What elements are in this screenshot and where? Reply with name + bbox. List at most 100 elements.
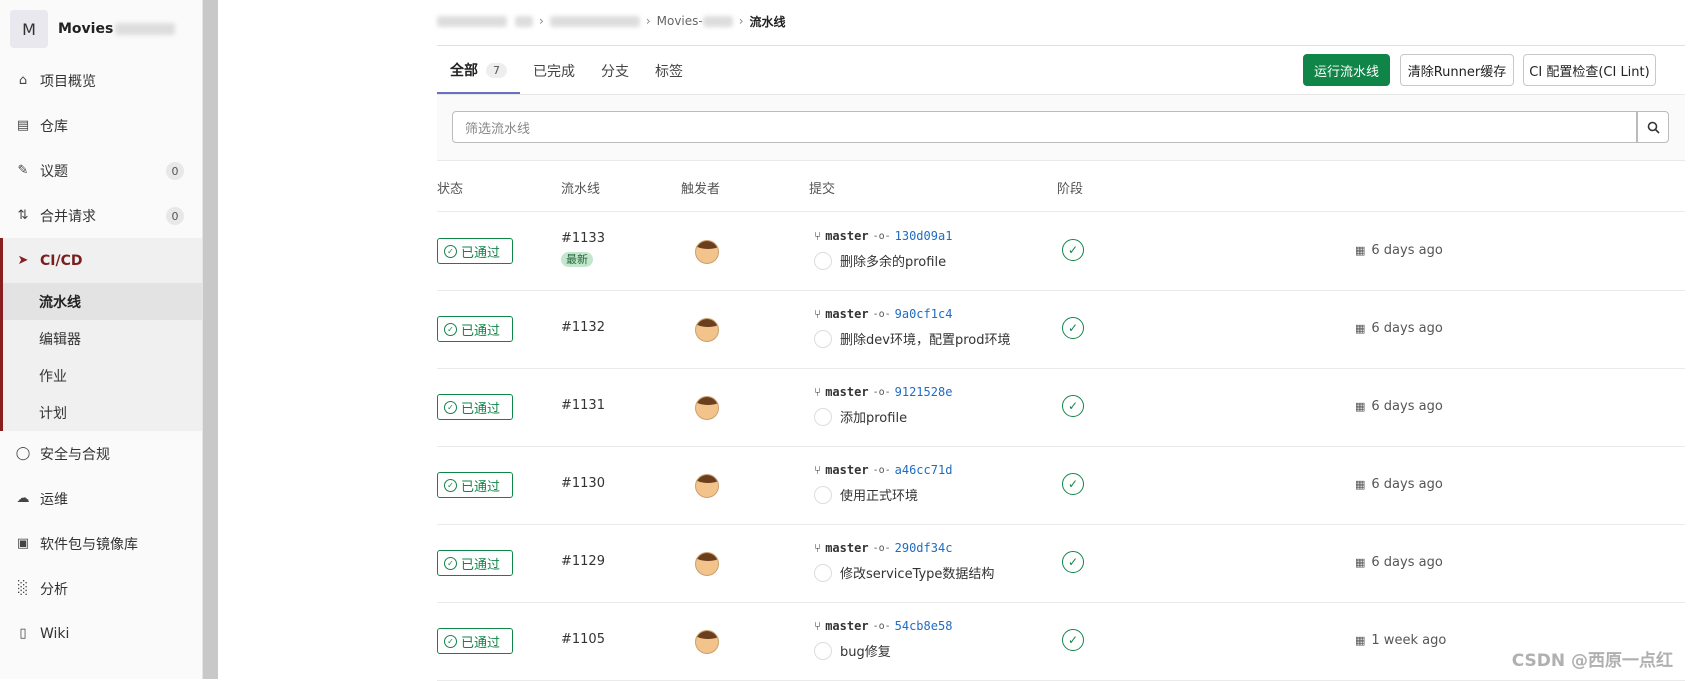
branch-icon: ⑂ (814, 385, 822, 399)
sidebar-item-issues[interactable]: ✎ 议题 0 (0, 148, 202, 193)
sidebar-subitem-editor[interactable]: 编辑器 (3, 320, 202, 357)
commit-message-link[interactable]: 删除dev环境，配置prod环境 (840, 329, 1010, 348)
sidebar-item-overview[interactable]: ⌂ 项目概览 (0, 58, 202, 103)
commit-ref: ⑂ master -o- 9a0cf1c4 (814, 307, 952, 321)
stage-passed-icon[interactable]: ✓ (1062, 239, 1084, 261)
calendar-icon: ▦ (1355, 478, 1366, 491)
pipeline-id-link[interactable]: #1130 (561, 476, 605, 491)
search-icon (1647, 121, 1660, 134)
merge-requests-count-badge: 0 (166, 207, 184, 225)
branch-link[interactable]: master (825, 619, 868, 633)
redacted-text (549, 15, 640, 27)
sidebar-item-merge-requests[interactable]: ⇅ 合并请求 0 (0, 193, 202, 238)
avatar[interactable] (695, 474, 719, 498)
status-badge-passed[interactable]: ✓ 已通过 (437, 316, 513, 342)
redacted-text (515, 15, 533, 27)
avatar[interactable] (695, 396, 719, 420)
status-badge-passed[interactable]: ✓ 已通过 (437, 550, 513, 576)
sidebar-item-operations[interactable]: ☁ 运维 (0, 476, 202, 521)
stage-passed-icon[interactable]: ✓ (1062, 395, 1084, 417)
commit-sha-link[interactable]: 290df34c (895, 541, 953, 555)
tab-tags[interactable]: 标签 (642, 48, 696, 94)
status-badge-passed[interactable]: ✓ 已通过 (437, 472, 513, 498)
header-stages: 阶段 (1057, 182, 1084, 197)
stage-passed-icon[interactable]: ✓ (1062, 317, 1084, 339)
commit-author-avatar (814, 563, 832, 582)
commit-sha-link[interactable]: 130d09a1 (895, 229, 953, 243)
tab-branches[interactable]: 分支 (588, 48, 642, 94)
sidebar-subitem-schedules[interactable]: 计划 (3, 394, 202, 431)
breadcrumb-project[interactable]: Movies- (657, 14, 703, 28)
sidebar-item-analytics[interactable]: ░ 分析 (0, 566, 202, 611)
stage-passed-icon[interactable]: ✓ (1062, 551, 1084, 573)
commit-message-link[interactable]: 添加profile (840, 407, 907, 426)
sidebar-item-wiki[interactable]: ▯ Wiki (0, 611, 202, 656)
check-circle-icon: ✓ (444, 634, 457, 648)
commit-message: 使用正式环境 (814, 485, 918, 504)
avatar[interactable] (695, 552, 719, 576)
calendar-icon: ▦ (1355, 322, 1366, 335)
commit-ref: ⑂ master -o- 9121528e (814, 385, 952, 399)
sidebar: M Movies ⌂ 项目概览 ▤ 仓库 ✎ 议题 0 ⇅ 合并请求 0 ➤ C… (0, 0, 203, 679)
project-header[interactable]: M Movies (0, 0, 202, 58)
commit-ref: ⑂ master -o-a46cc71d (814, 463, 952, 477)
clear-runner-cache-button[interactable]: 清除Runner缓存 (1400, 54, 1514, 86)
time-label: 1 week ago (1371, 633, 1447, 648)
commit-sha-link[interactable]: 9121528e (895, 385, 953, 399)
commit-message-link[interactable]: 修改serviceType数据结构 (840, 563, 994, 582)
run-pipeline-button[interactable]: 运行流水线 (1303, 54, 1390, 86)
pipeline-id-link[interactable]: #1131 (561, 398, 605, 413)
branch-link[interactable]: master (825, 541, 868, 555)
commit-message-link[interactable]: 使用正式环境 (840, 485, 918, 504)
finished-time: ▦ 6 days ago (1355, 321, 1685, 336)
sidebar-item-label: 分析 (40, 581, 68, 598)
branch-link[interactable]: master (825, 229, 868, 243)
cloud-icon: ☁ (16, 491, 30, 506)
commit-sha-link[interactable]: a46cc71d (895, 463, 953, 477)
redacted-text (437, 15, 507, 27)
finished-time: ▦ 6 days ago (1355, 555, 1685, 570)
pipeline-id-link[interactable]: #1133 (561, 231, 605, 246)
avatar[interactable] (695, 318, 719, 342)
sidebar-item-security[interactable]: ◯ 安全与合规 (0, 431, 202, 476)
pipeline-id-link[interactable]: #1129 (561, 554, 605, 569)
commit-message: 删除多余的profile (814, 251, 946, 270)
commit-sha-link[interactable]: 9a0cf1c4 (895, 307, 953, 321)
pipeline-id-link[interactable]: #1132 (561, 320, 605, 335)
sidebar-item-cicd[interactable]: ➤ CI/CD (3, 238, 202, 283)
branch-link[interactable]: master (825, 307, 868, 321)
status-badge-passed[interactable]: ✓ 已通过 (437, 238, 513, 264)
tab-finished[interactable]: 已完成 (520, 48, 588, 94)
search-button[interactable] (1637, 111, 1669, 143)
table-row: ✓ 已通过 #1105 ⑂ master -o- 54cb8e58 bug修复 ✓ ▦ 1 week… (437, 603, 1685, 681)
sidebar-item-label: 项目概览 (40, 73, 96, 90)
branch-link[interactable]: master (825, 463, 868, 477)
commit-message-link[interactable]: bug修复 (840, 641, 891, 660)
ci-lint-button[interactable]: CI 配置检查(CI Lint) (1523, 54, 1656, 86)
stage-passed-icon[interactable]: ✓ (1062, 629, 1084, 651)
sidebar-item-repository[interactable]: ▤ 仓库 (0, 103, 202, 148)
header-status: 状态 (437, 182, 464, 197)
branch-link[interactable]: master (825, 385, 868, 399)
sidebar-item-packages[interactable]: ▣ 软件包与镜像库 (0, 521, 202, 566)
sidebar-scrollbar[interactable] (203, 0, 218, 679)
status-badge-passed[interactable]: ✓ 已通过 (437, 394, 513, 420)
commit-message: 修改serviceType数据结构 (814, 563, 994, 582)
sidebar-subitem-jobs[interactable]: 作业 (3, 357, 202, 394)
status-badge-passed[interactable]: ✓ 已通过 (437, 628, 513, 654)
branch-icon: ⑂ (814, 541, 822, 555)
commit-sha-link[interactable]: 54cb8e58 (895, 619, 953, 633)
tab-count-badge: 7 (486, 62, 507, 78)
pipeline-id-link[interactable]: #1105 (561, 632, 605, 647)
stage-passed-icon[interactable]: ✓ (1062, 473, 1084, 495)
avatar[interactable] (695, 240, 719, 264)
avatar[interactable] (695, 630, 719, 654)
package-icon: ▣ (16, 536, 30, 551)
tab-all[interactable]: 全部 7 (437, 48, 520, 94)
time-label: 6 days ago (1371, 321, 1443, 336)
table-row: ✓ 已通过 #1130 ⑂ master -o-a46cc71d 使用正式环境 ✓ ▦ 6 day… (437, 447, 1685, 525)
main-content: › › Movies- › 流水线 全部 7 已完成 分支 标签 运行流水线 清… (437, 0, 1687, 681)
filter-pipelines-input[interactable]: 筛选流水线 (452, 111, 1637, 143)
commit-message-link[interactable]: 删除多余的profile (840, 251, 946, 270)
sidebar-subitem-pipelines[interactable]: 流水线 (3, 283, 202, 320)
